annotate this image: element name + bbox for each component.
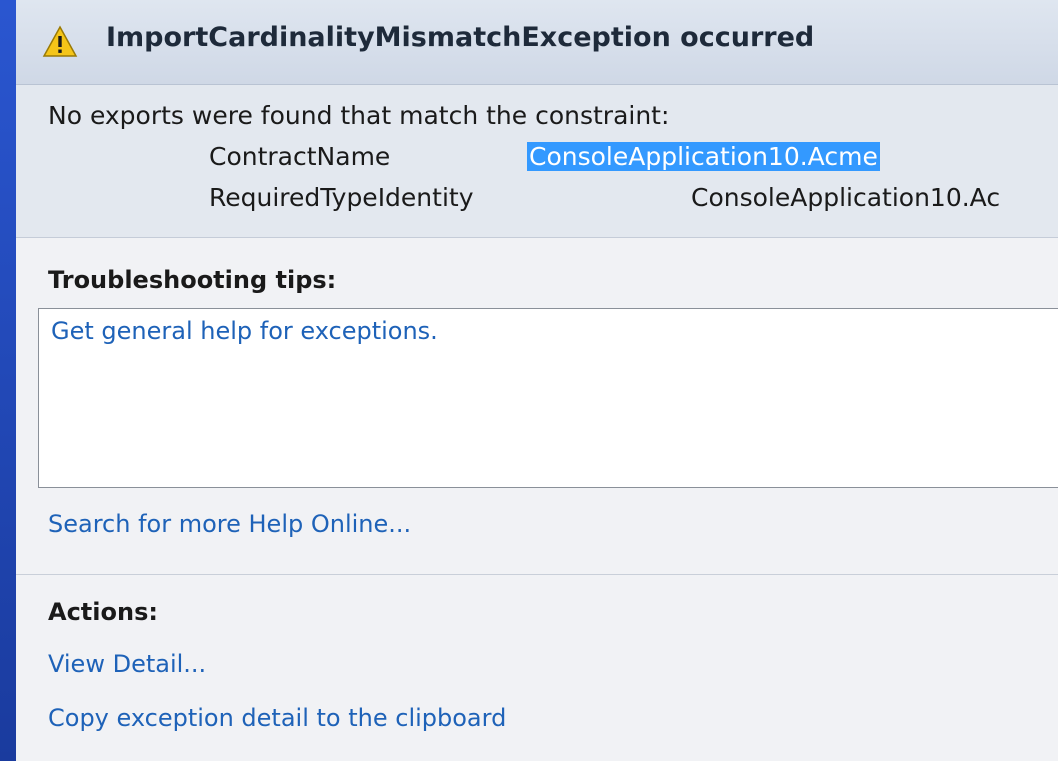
message-intro: No exports were found that match the con… <box>48 101 670 130</box>
window-frame: ImportCardinalityMismatchException occur… <box>0 0 1058 761</box>
tip-general-help-link[interactable]: Get general help for exceptions. <box>51 317 438 345</box>
exception-assistant-dialog: ImportCardinalityMismatchException occur… <box>16 0 1058 761</box>
constraint-key-requiredtypeidentity: RequiredTypeIdentity <box>209 183 474 212</box>
troubleshooting-tips-list[interactable]: Get general help for exceptions. <box>38 308 1058 488</box>
constraint-key-contractname: ContractName <box>209 142 391 171</box>
actions-label: Actions: <box>48 598 158 626</box>
dialog-header: ImportCardinalityMismatchException occur… <box>16 0 1058 85</box>
copy-exception-detail-link[interactable]: Copy exception detail to the clipboard <box>48 704 506 732</box>
constraint-value-requiredtypeidentity: ConsoleApplication10.Ac <box>691 183 1001 212</box>
view-detail-link[interactable]: View Detail... <box>48 650 206 678</box>
dialog-title: ImportCardinalityMismatchException occur… <box>106 22 815 53</box>
exception-message: No exports were found that match the con… <box>16 85 1058 238</box>
section-divider <box>16 574 1058 575</box>
warning-icon <box>42 25 78 57</box>
search-help-online-link[interactable]: Search for more Help Online... <box>48 510 411 538</box>
troubleshooting-label: Troubleshooting tips: <box>48 266 337 294</box>
constraint-value-contractname[interactable]: ConsoleApplication10.Acme <box>527 142 880 171</box>
